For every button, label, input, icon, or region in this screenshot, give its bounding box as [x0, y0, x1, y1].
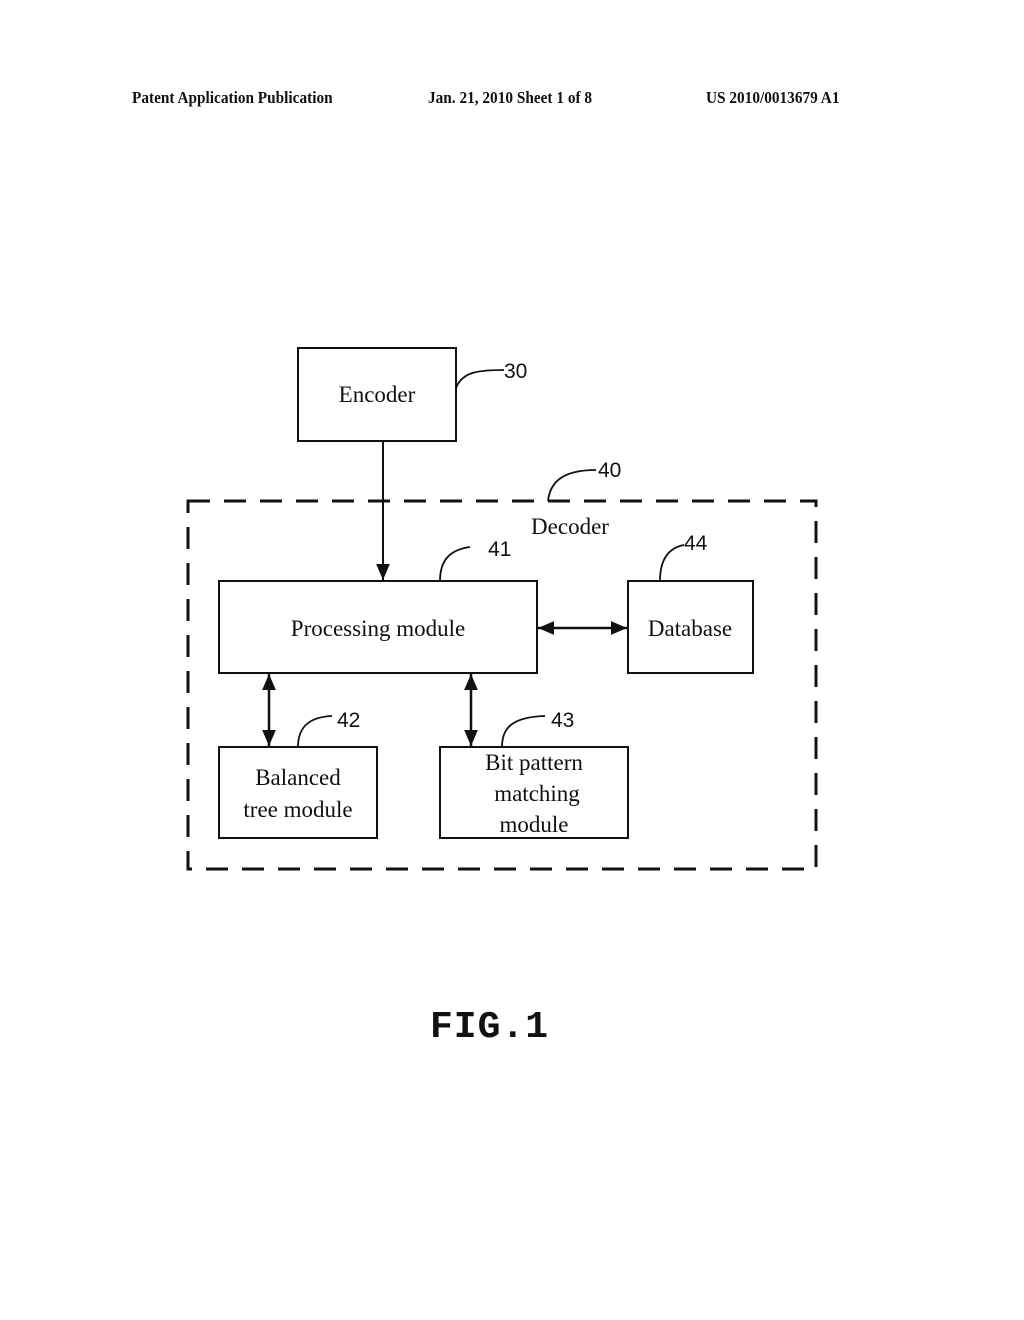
decoder-label: Decoder: [531, 514, 609, 539]
bit-pattern-label-line-3: module: [500, 812, 569, 837]
balanced-tree-label-line-1: Balanced: [255, 765, 341, 790]
database-block: Database: [627, 580, 754, 674]
encoder-block: Encoder: [297, 347, 457, 442]
bit-pattern-ref-number: 43: [551, 709, 574, 732]
decoder-ref-leader: [547, 469, 597, 502]
processing-module-label: Processing module: [291, 616, 465, 641]
encoder-ref-leader: [455, 369, 505, 389]
balanced-tree-label-line-2: tree module: [243, 797, 352, 822]
balanced-tree-ref-leader: [297, 715, 333, 748]
processing-ref-leader: [439, 546, 471, 582]
balanced-tree-module-block: Balanced tree module: [218, 746, 378, 839]
bit-pattern-matching-module-block: Bit pattern matching module: [439, 746, 629, 839]
encoder-label: Encoder: [339, 382, 416, 407]
processing-ref-number: 41: [488, 538, 511, 561]
block-diagram: Encoder 30 40 Decoder Processing module …: [186, 347, 818, 871]
decoder-ref-number: 40: [598, 459, 621, 482]
processing-module-block: Processing module: [218, 580, 538, 674]
database-ref-number: 44: [684, 532, 708, 555]
bit-pattern-ref-leader: [501, 715, 546, 748]
database-label: Database: [648, 616, 732, 641]
encoder-ref-number: 30: [504, 360, 527, 383]
database-ref-leader: [659, 544, 685, 582]
bit-pattern-label-line-1: Bit pattern: [485, 750, 583, 775]
bit-pattern-label-line-2: matching: [494, 781, 580, 806]
balanced-tree-ref-number: 42: [337, 709, 360, 732]
figure-label: FIG.1: [430, 1006, 550, 1049]
